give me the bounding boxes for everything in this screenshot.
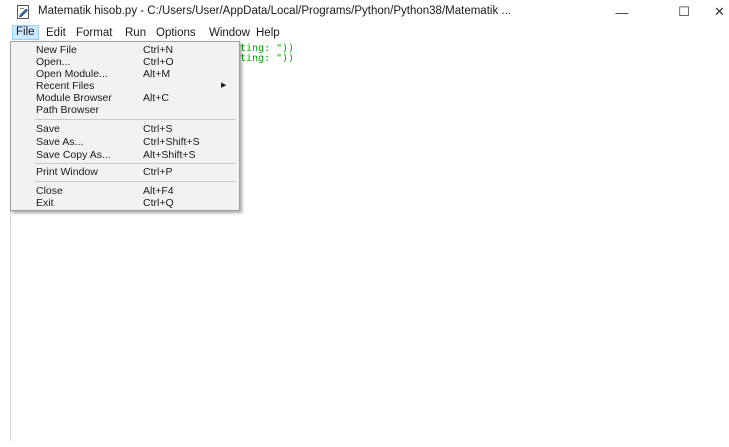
menu-item-save[interactable]: Save Ctrl+S (11, 123, 239, 135)
idle-editor-window: Matematik hisob.py - C:/Users/User/AppDa… (0, 0, 729, 447)
menu-run[interactable]: Run (122, 26, 149, 40)
window-title: Matematik hisob.py - C:/Users/User/AppDa… (38, 5, 511, 17)
menu-item-shortcut: Ctrl+P (143, 166, 173, 178)
menu-item-shortcut: Alt+F4 (143, 185, 174, 197)
menu-item-save-copy-as[interactable]: Save Copy As... Alt+Shift+S (11, 149, 239, 161)
code-string-2: ting: ")) (240, 53, 295, 64)
menu-item-label: Path Browser (36, 104, 100, 116)
menu-format[interactable]: Format (73, 26, 115, 40)
menu-item-open[interactable]: Open... Ctrl+O (11, 56, 239, 68)
menu-item-close[interactable]: Close Alt+F4 (11, 185, 239, 197)
menu-item-shortcut: Alt+Shift+S (143, 149, 196, 161)
menu-item-shortcut: Ctrl+S (143, 123, 173, 135)
menu-item-shortcut: Ctrl+N (143, 44, 174, 56)
menu-item-label: Save As... (36, 136, 84, 148)
menu-item-label: Save (36, 123, 60, 135)
menu-separator (35, 181, 236, 182)
menu-item-label: Save Copy As... (36, 149, 111, 161)
menu-item-recent-files[interactable]: Recent Files ▶ (11, 80, 239, 92)
menu-item-shortcut: Alt+C (143, 92, 169, 104)
menu-item-label: Open Module... (36, 68, 108, 80)
maximize-button[interactable]: ☐ (661, 0, 707, 24)
menu-item-label: New File (36, 44, 77, 56)
menu-item-print-window[interactable]: Print Window Ctrl+P (11, 166, 239, 178)
menu-item-label: Exit (36, 197, 54, 209)
menu-item-shortcut: Ctrl+O (143, 56, 174, 68)
minimize-icon: — (615, 4, 629, 20)
menu-item-label: Recent Files (36, 80, 95, 92)
menu-item-shortcut: Alt+M (143, 68, 171, 80)
menu-item-new-file[interactable]: New File Ctrl+N (11, 44, 239, 56)
close-button[interactable]: ✕ (710, 0, 729, 24)
menu-item-shortcut: Ctrl+Q (143, 197, 174, 209)
title-bar[interactable]: Matematik hisob.py - C:/Users/User/AppDa… (0, 0, 729, 24)
submenu-arrow-icon: ▶ (221, 82, 227, 89)
minimize-button[interactable]: — (599, 0, 645, 24)
python-file-icon (16, 5, 31, 20)
menu-item-label: Open... (36, 56, 71, 68)
menu-item-path-browser[interactable]: Path Browser (11, 104, 239, 116)
menu-separator (35, 119, 236, 120)
menu-item-save-as[interactable]: Save As... Ctrl+Shift+S (11, 136, 239, 148)
menu-item-label: Close (36, 185, 63, 197)
menu-options[interactable]: Options (153, 26, 199, 40)
menu-item-open-module[interactable]: Open Module... Alt+M (11, 68, 239, 80)
menu-separator (35, 163, 236, 164)
menu-item-label: Module Browser (36, 92, 112, 104)
menu-file[interactable]: File (12, 25, 39, 40)
menu-item-exit[interactable]: Exit Ctrl+Q (11, 197, 239, 209)
menu-window[interactable]: Window (206, 26, 253, 40)
menu-item-module-browser[interactable]: Module Browser Alt+C (11, 92, 239, 104)
code-line-2: ting: ")) (240, 53, 294, 64)
close-icon: ✕ (714, 4, 725, 19)
menu-item-shortcut: Ctrl+Shift+S (143, 136, 200, 148)
menu-edit[interactable]: Edit (43, 26, 69, 40)
maximize-icon: ☐ (678, 4, 690, 19)
menu-item-label: Print Window (36, 166, 98, 178)
file-menu-dropdown: New File Ctrl+N Open... Ctrl+O Open Modu… (10, 41, 240, 211)
menu-help[interactable]: Help (253, 26, 283, 40)
menu-bar: File Edit Format Run Options Window Help (0, 25, 729, 40)
